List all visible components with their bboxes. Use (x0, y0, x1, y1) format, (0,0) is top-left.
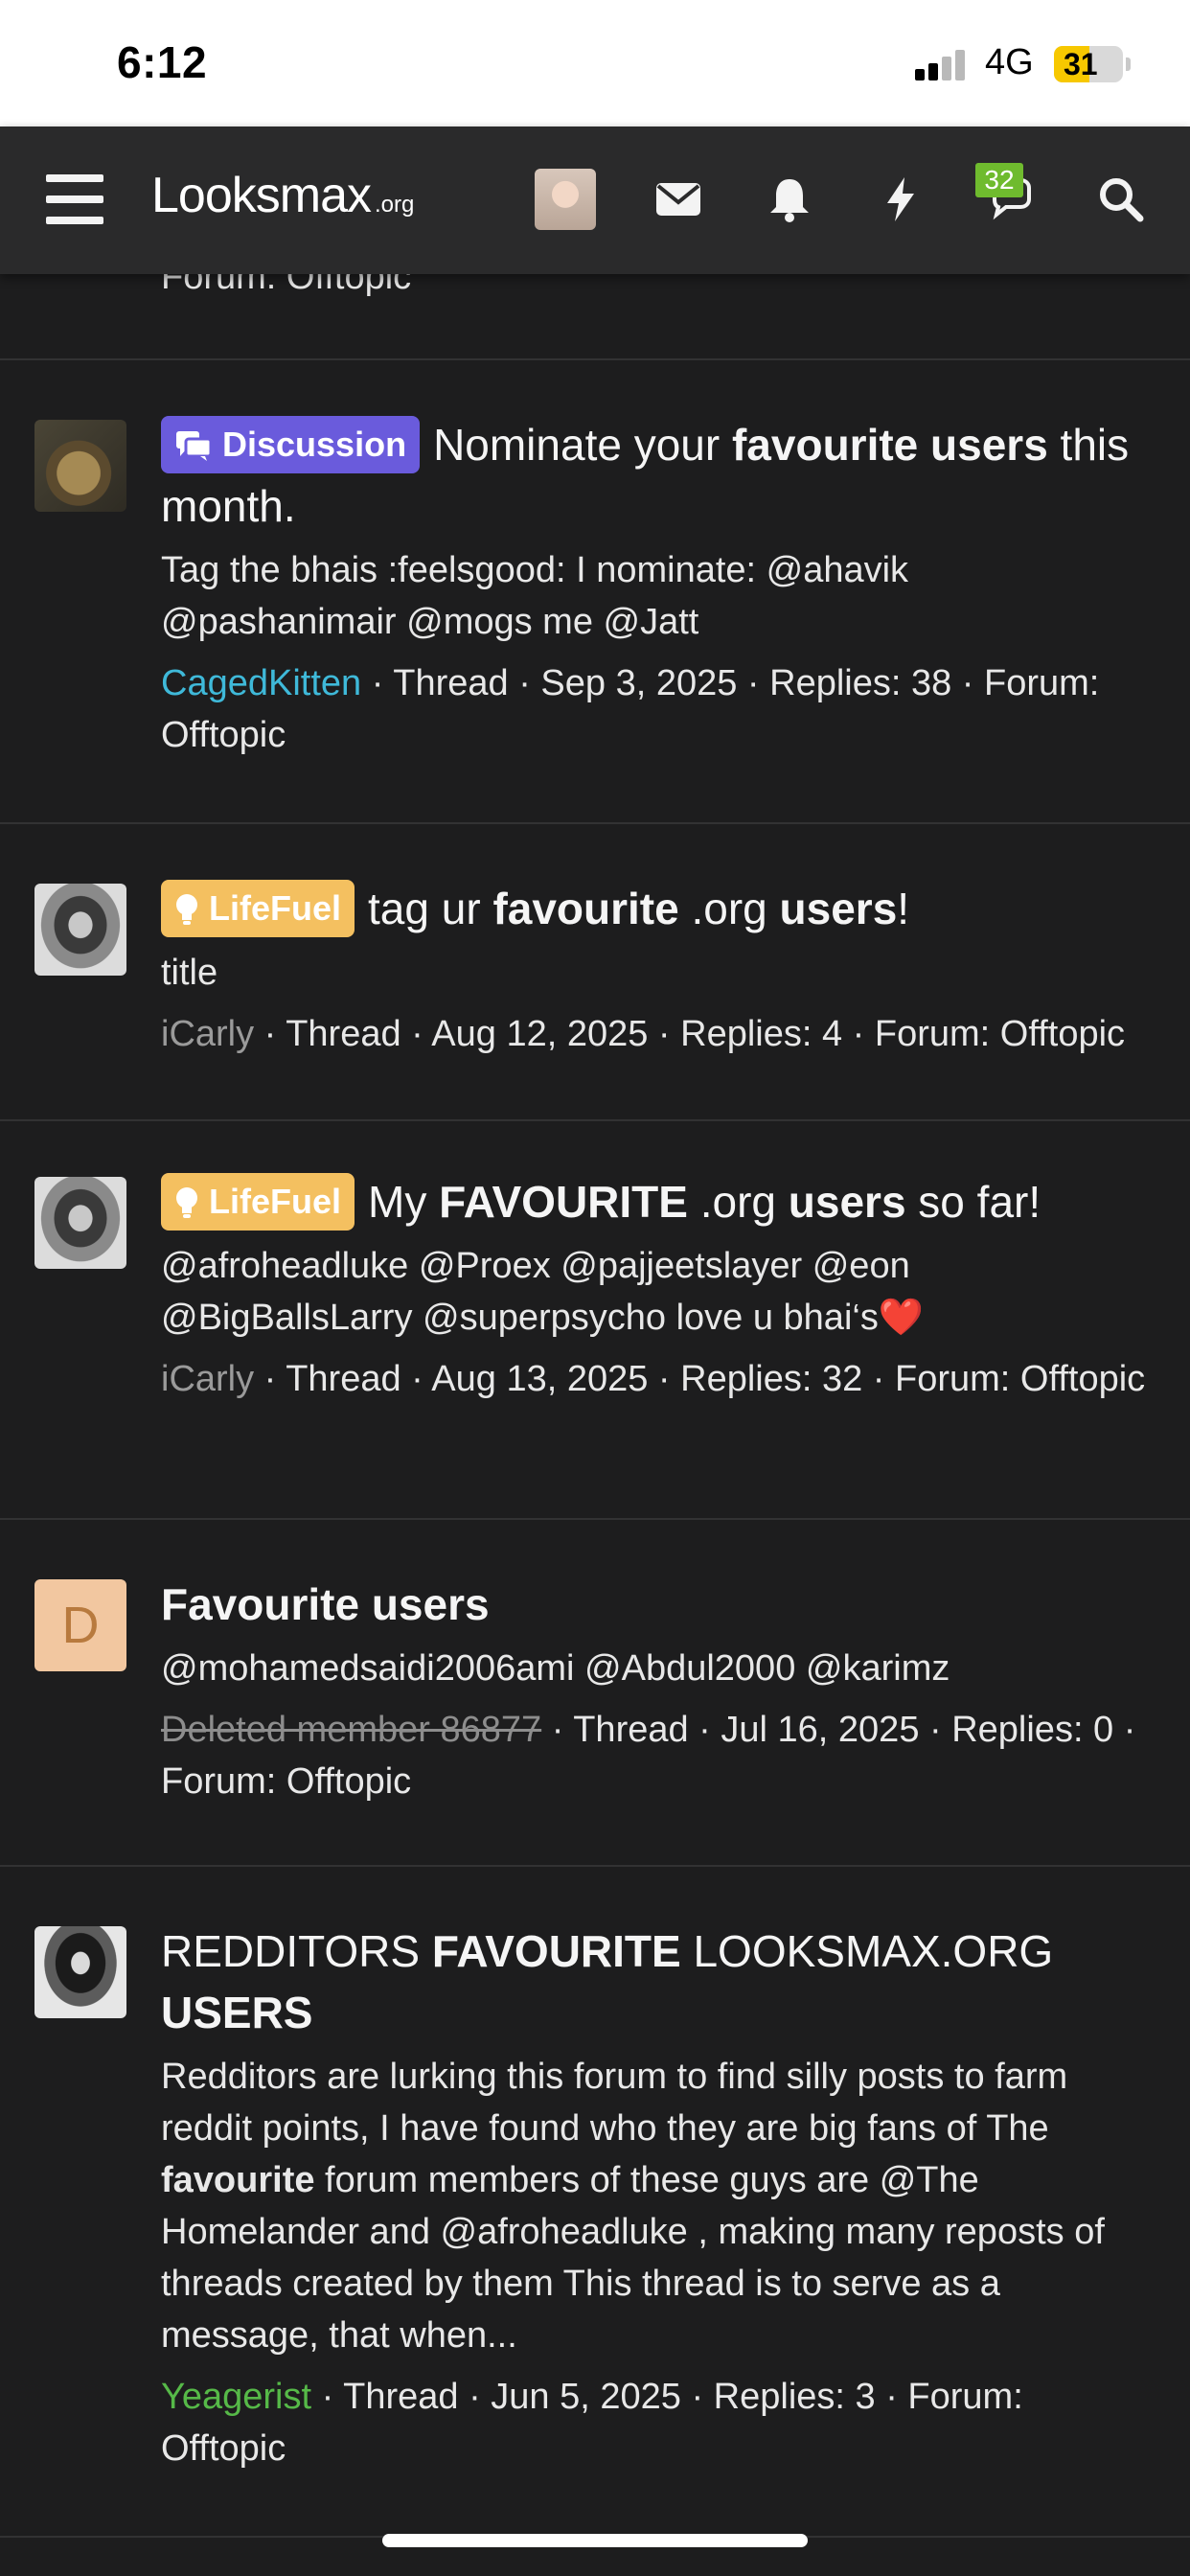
result-meta: Deleted member 86877 · Thread · Jul 16, … (161, 1710, 1136, 1802)
home-indicator[interactable] (382, 2534, 808, 2547)
search-result[interactable]: LifeFuel My FAVOURITE .org users so far! … (0, 1121, 1190, 1520)
result-title[interactable]: Discussion Nominate your favourite users … (161, 414, 1150, 537)
avatar[interactable] (34, 1926, 126, 2018)
search-result[interactable]: LifeFuel tag ur favourite .org users! tit… (0, 824, 1190, 1121)
search-result[interactable]: D Favourite users @mohamedsaidi2006ami @… (0, 1520, 1190, 1867)
author-link[interactable]: iCarly (161, 1359, 254, 1399)
menu-icon[interactable] (46, 174, 103, 224)
avatar[interactable]: D (34, 1579, 126, 1671)
result-snippet: title (161, 953, 218, 993)
result-snippet: Tag the bhais :feelsgood: I nominate: @a… (161, 550, 909, 642)
envelope-icon[interactable] (653, 174, 703, 224)
battery-icon: 31 (1054, 46, 1123, 82)
cellular-signal-icon (915, 48, 969, 80)
top-navbar: Looksmax .org 32 (0, 126, 1190, 274)
result-meta: iCarly · Thread · Aug 13, 2025 · Replies… (161, 1359, 1146, 1399)
avatar[interactable] (34, 420, 126, 512)
bell-icon[interactable] (765, 174, 814, 224)
author-link[interactable]: CagedKitten (161, 663, 361, 703)
prefix-badge[interactable]: LifeFuel (161, 880, 355, 937)
avatar[interactable] (34, 1177, 126, 1269)
lightning-icon[interactable] (876, 174, 926, 224)
lightbulb-icon (174, 1179, 199, 1236)
result-title[interactable]: LifeFuel tag ur favourite .org users! (161, 878, 1150, 939)
author-deleted: Deleted member 86877 (161, 1710, 542, 1750)
result-meta: iCarly · Thread · Aug 12, 2025 · Replies… (161, 1014, 1126, 1054)
heart-emoji: ❤️ (878, 1298, 925, 1338)
search-result[interactable]: Discussion Nominate your favourite users … (0, 360, 1190, 824)
site-logo[interactable]: Looksmax .org (151, 167, 414, 224)
logo-text: Looksmax (151, 168, 372, 223)
result-title[interactable]: LifeFuel My FAVOURITE .org users so far! (161, 1171, 1150, 1232)
result-snippet: @afroheadluke @Proex @pajjeetslayer @eon… (161, 1246, 925, 1338)
author-link[interactable]: iCarly (161, 1014, 254, 1054)
chat-badge: 32 (975, 163, 1023, 197)
prefix-badge[interactable]: LifeFuel (161, 1173, 355, 1230)
result-title[interactable]: Favourite users (161, 1574, 1150, 1635)
search-result[interactable]: REDDITORS FAVOURITE LOOKSMAX.ORG USERS R… (0, 1867, 1190, 2538)
network-type: 4G (985, 42, 1034, 82)
battery-level: 31 (1064, 47, 1098, 81)
author-link[interactable]: Yeagerist (161, 2377, 311, 2417)
result-title[interactable]: REDDITORS FAVOURITE LOOKSMAX.ORG USERS (161, 1920, 1150, 2043)
result-meta: CagedKitten · Thread · Sep 3, 2025 · Rep… (161, 663, 1100, 755)
search-icon[interactable] (1096, 174, 1146, 224)
lightbulb-icon (174, 886, 199, 943)
discussion-icon (174, 422, 213, 479)
result-meta: Yeagerist · Thread · Jun 5, 2025 · Repli… (161, 2377, 1023, 2469)
status-bar: 6:12 4G 31 (0, 0, 1190, 126)
avatar[interactable] (34, 884, 126, 976)
logo-suffix: .org (375, 192, 415, 218)
user-avatar[interactable] (535, 169, 596, 230)
result-snippet: Redditors are lurking this forum to find… (161, 2057, 1105, 2356)
status-time: 6:12 (117, 37, 208, 87)
prefix-badge[interactable]: Discussion (161, 416, 421, 473)
result-snippet: @mohamedsaidi2006ami @Abdul2000 @karimz (161, 1648, 950, 1689)
